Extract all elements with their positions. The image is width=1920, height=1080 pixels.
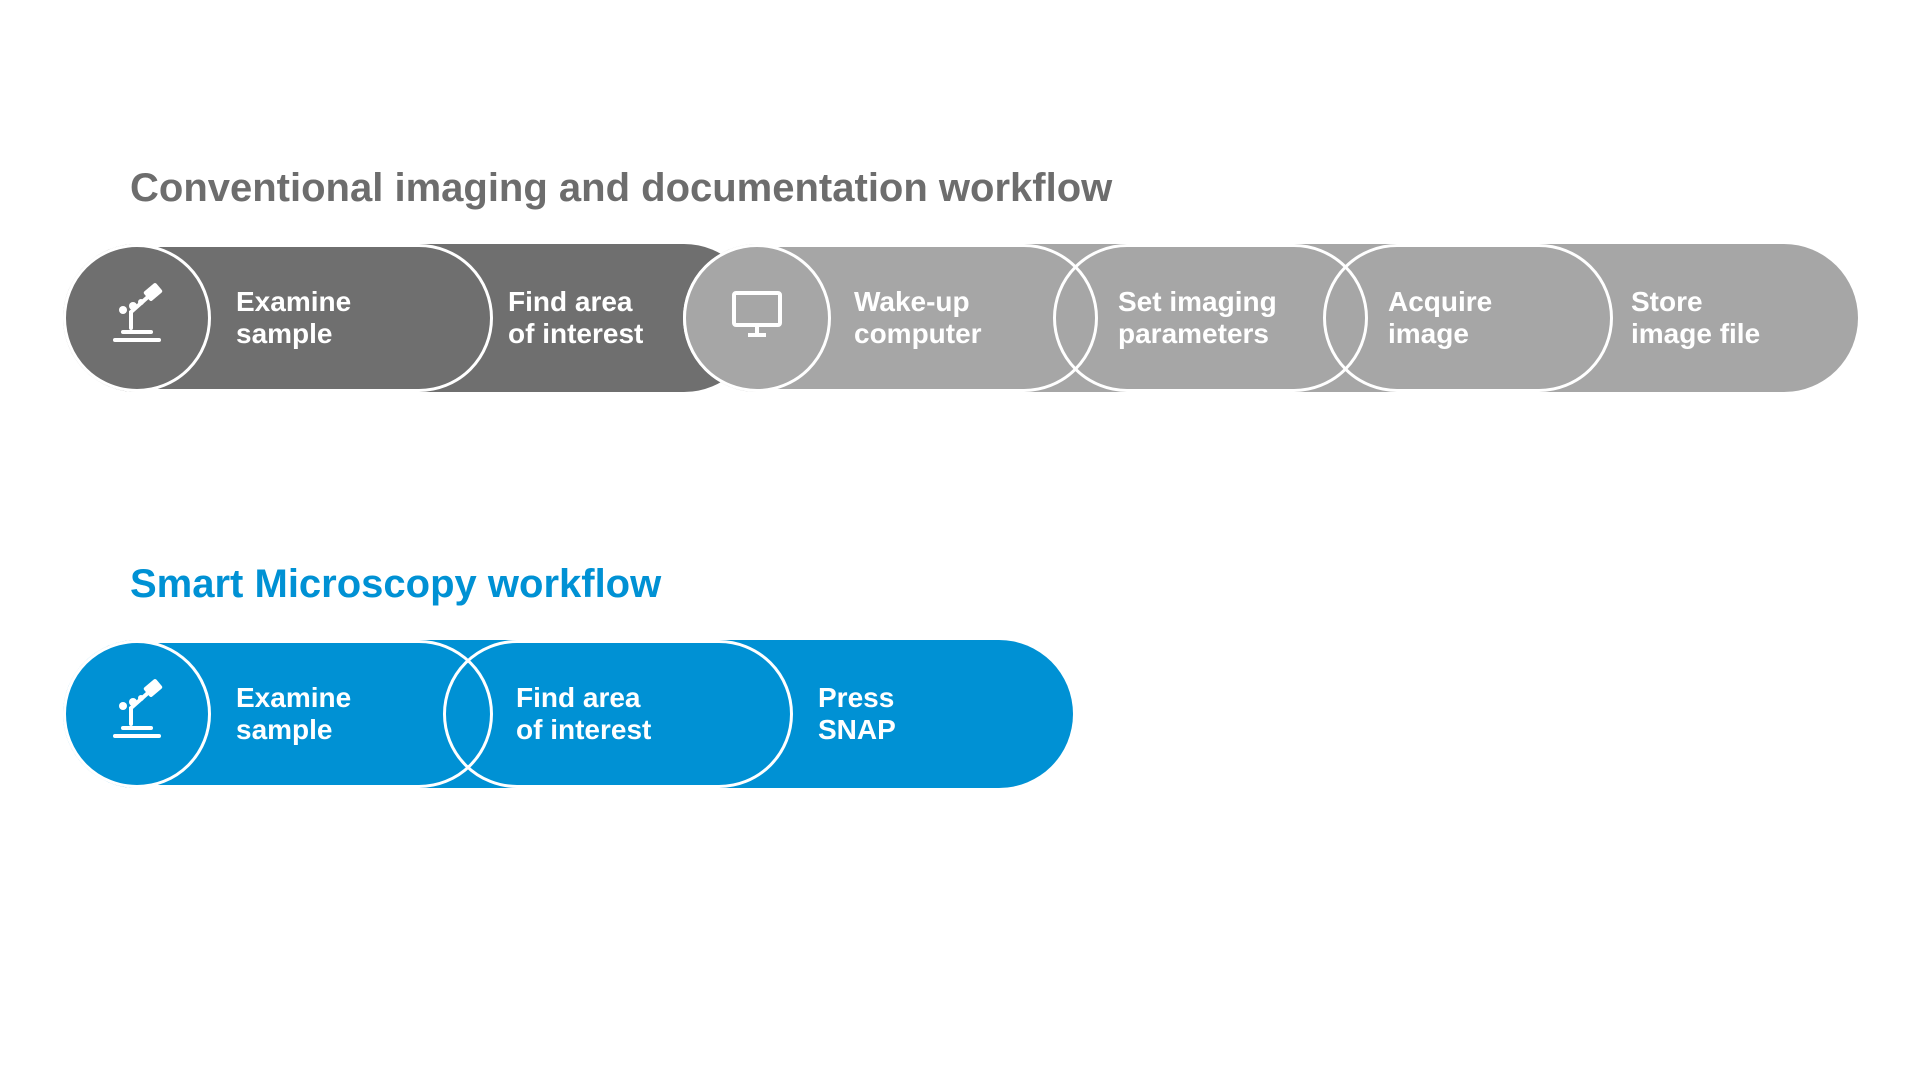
monitor-icon xyxy=(724,281,790,354)
step-label: Wake-up computer xyxy=(854,286,982,350)
step-label: Find area of interest xyxy=(516,682,651,746)
step-store-image: Store image file xyxy=(1571,244,1858,392)
conventional-title: Conventional imaging and documentation w… xyxy=(130,166,1112,211)
microscope-icon xyxy=(101,278,173,357)
microscope-icon xyxy=(101,674,173,753)
monitor-icon-circle xyxy=(683,244,831,392)
step-set-imaging-params: Set imaging parameters xyxy=(1053,244,1368,392)
step-label: Press SNAP xyxy=(818,682,896,746)
step-press-snap: Press SNAP xyxy=(758,640,1073,788)
step-label: Find area of interest xyxy=(508,286,643,350)
microscope-icon-circle xyxy=(63,640,211,788)
microscope-icon-circle xyxy=(63,244,211,392)
step-label: Set imaging parameters xyxy=(1118,286,1277,350)
step-find-area: Find area of interest xyxy=(443,640,793,788)
step-label: Store image file xyxy=(1631,286,1760,350)
step-label: Acquire image xyxy=(1388,286,1492,350)
diagram-canvas: Conventional imaging and documentation w… xyxy=(0,0,1920,1080)
step-label: Examine sample xyxy=(236,682,351,746)
step-label: Examine sample xyxy=(236,286,351,350)
smart-title: Smart Microscopy workflow xyxy=(130,562,661,607)
conventional-row: Examine sample Find area of interest Wak… xyxy=(63,244,1858,392)
smart-row: Examine sample Find area of interest Pre… xyxy=(63,640,1073,788)
